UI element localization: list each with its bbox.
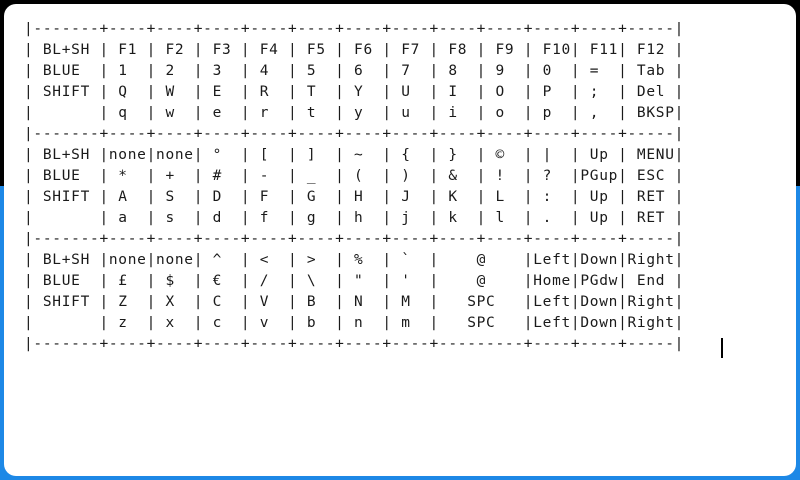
keymap-ascii-table: |-------+----+----+----+----+----+----+-… <box>24 21 685 352</box>
text-cursor <box>721 338 723 358</box>
terminal-screen: |-------+----+----+----+----+----+----+-… <box>4 4 796 476</box>
